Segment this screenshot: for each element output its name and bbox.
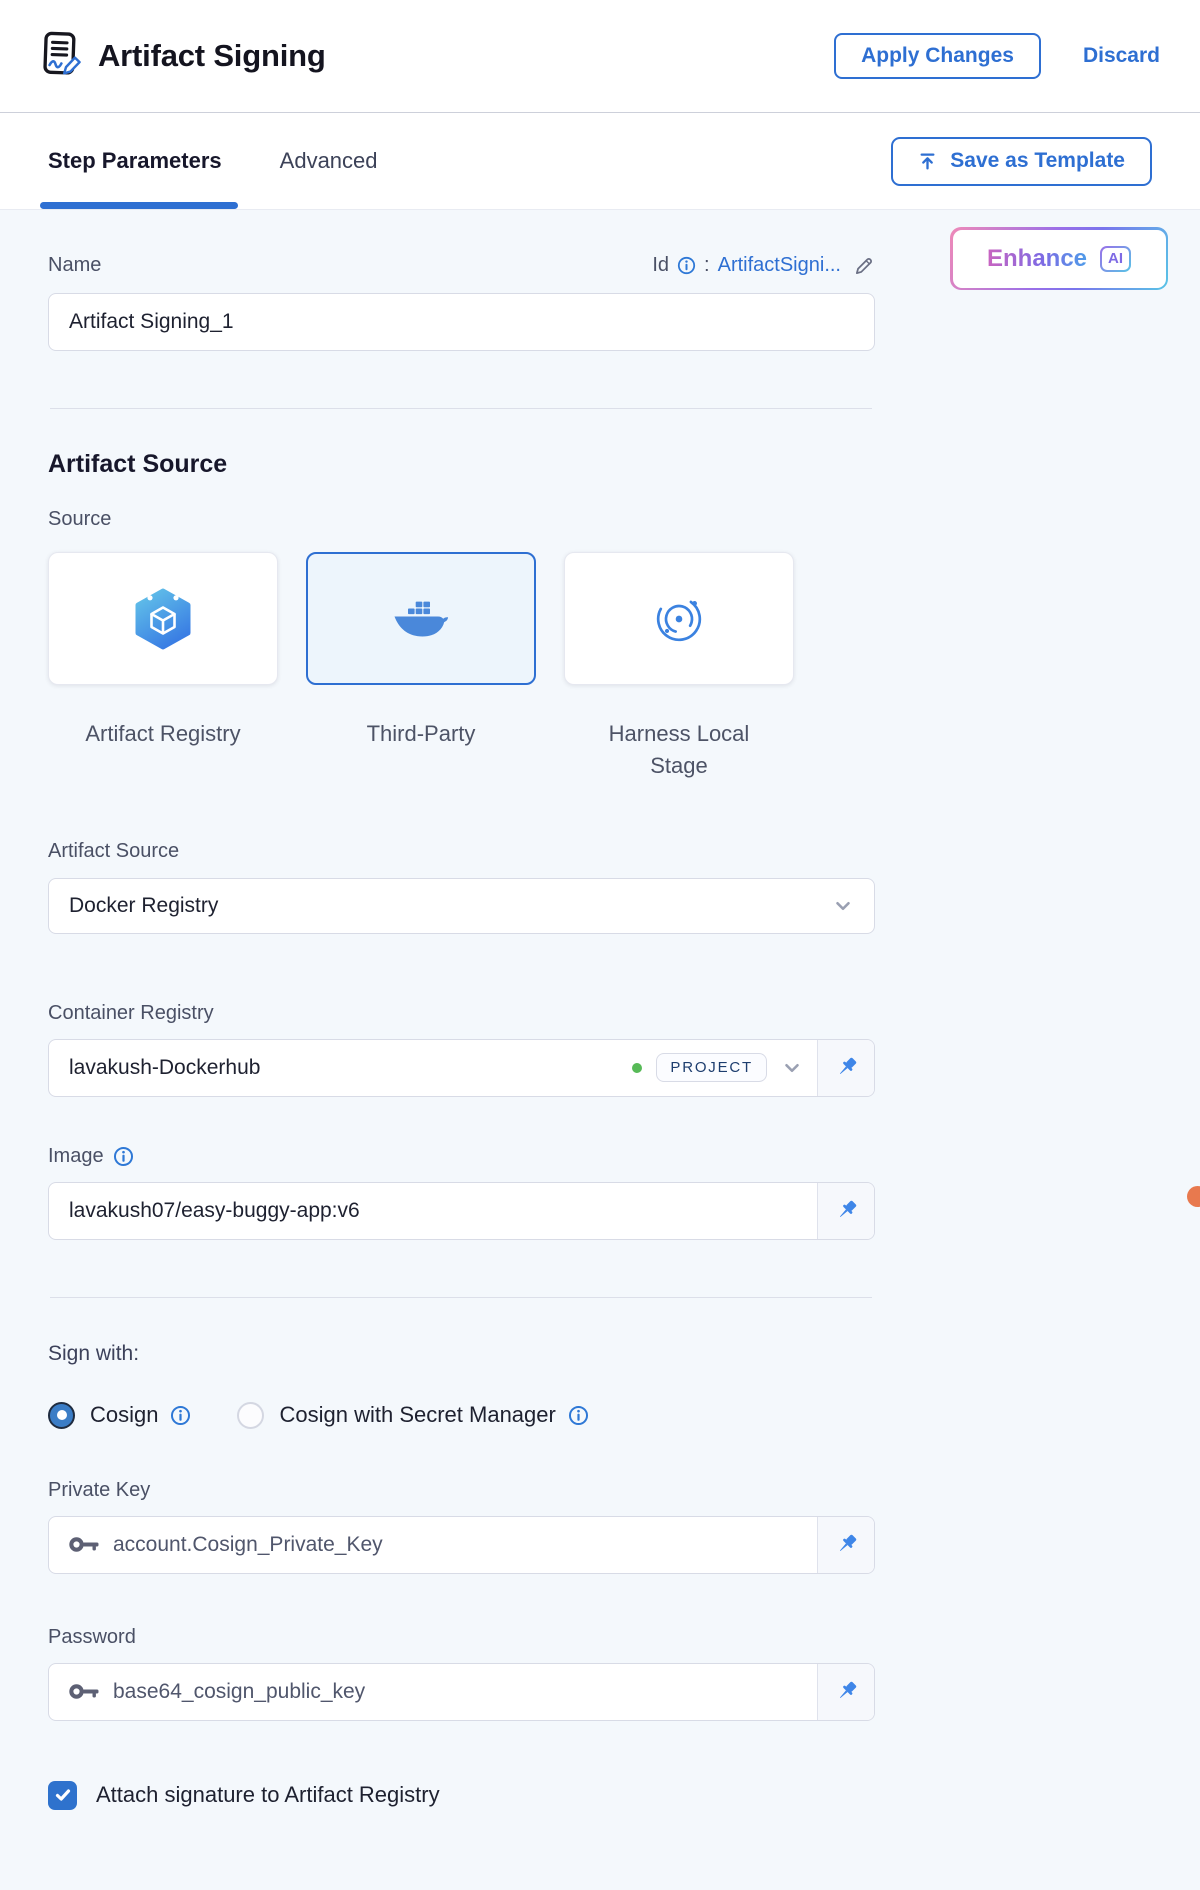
save-template-icon: [918, 152, 937, 171]
info-icon[interactable]: [113, 1146, 134, 1167]
step-parameters-content: Enhance AI Name Id : ArtifactSigni...: [0, 210, 1200, 1810]
step-config-panel: Artifact Signing Apply Changes Discard S…: [0, 0, 1200, 1890]
artifact-registry-icon: [131, 587, 195, 651]
source-card-label: Harness Local Stage: [589, 718, 769, 782]
source-card-group: Artifact Registry: [48, 552, 875, 782]
source-label: Source: [48, 508, 875, 531]
container-registry-adornments: PROJECT: [632, 1053, 803, 1082]
source-card-third-party-button[interactable]: [306, 552, 536, 685]
radio-unselected[interactable]: [237, 1402, 264, 1429]
sign-with-label: Sign with:: [48, 1342, 875, 1366]
private-key-secret-input[interactable]: account.Cosign_Private_Key: [49, 1517, 817, 1573]
key-icon: [69, 1536, 99, 1553]
password-value: base64_cosign_public_key: [113, 1680, 365, 1704]
radio-option-cosign-secret-manager[interactable]: Cosign with Secret Manager: [237, 1402, 588, 1429]
container-registry-label: Container Registry: [48, 1002, 875, 1025]
image-label: Image: [48, 1145, 104, 1168]
sign-with-radio-group: Cosign Cosign with Secret Manager: [48, 1402, 875, 1429]
tab-advanced[interactable]: Advanced: [280, 113, 378, 209]
form-column: Name Id : ArtifactSigni... Artifact Sour…: [48, 254, 875, 1810]
source-card-label: Artifact Registry: [85, 718, 240, 750]
connector-status-dot: [632, 1063, 642, 1073]
name-label-row: Name Id : ArtifactSigni...: [48, 254, 875, 277]
attach-signature-label[interactable]: Attach signature to Artifact Registry: [96, 1782, 440, 1808]
edit-id-icon[interactable]: [853, 255, 875, 277]
pin-input-type-button[interactable]: [817, 1517, 874, 1573]
image-label-row: Image: [48, 1145, 875, 1168]
enhance-ai-button-inner[interactable]: Enhance AI: [953, 230, 1166, 288]
attach-signature-row: Attach signature to Artifact Registry: [48, 1781, 875, 1810]
section-divider: [50, 1297, 872, 1298]
tab-step-parameters[interactable]: Step Parameters: [48, 113, 222, 209]
private-key-field: account.Cosign_Private_Key: [48, 1516, 875, 1574]
docker-icon: [393, 598, 449, 640]
notification-dot: [1187, 1186, 1200, 1207]
password-label: Password: [48, 1626, 875, 1649]
name-label: Name: [48, 254, 101, 277]
private-key-value: account.Cosign_Private_Key: [113, 1533, 383, 1557]
tab-advanced-label: Advanced: [280, 148, 378, 174]
header-actions: Apply Changes Discard: [834, 33, 1160, 79]
name-input[interactable]: [48, 293, 875, 351]
chevron-down-icon[interactable]: [781, 1057, 803, 1079]
step-id-link[interactable]: ArtifactSigni...: [718, 254, 841, 277]
source-card-third-party: Third-Party: [306, 552, 536, 782]
panel-header: Artifact Signing Apply Changes Discard: [0, 0, 1200, 113]
scope-badge: PROJECT: [656, 1053, 767, 1082]
ai-badge: AI: [1100, 246, 1131, 272]
radio-label: Cosign: [90, 1402, 158, 1428]
artifact-source-heading: Artifact Source: [48, 450, 875, 479]
private-key-label: Private Key: [48, 1479, 875, 1502]
container-registry-value: lavakush-Dockerhub: [69, 1056, 260, 1080]
pin-input-type-button[interactable]: [817, 1040, 874, 1096]
attach-signature-checkbox[interactable]: [48, 1781, 77, 1810]
info-icon[interactable]: [170, 1405, 191, 1426]
enhance-ai-button[interactable]: Enhance AI: [950, 227, 1168, 290]
save-as-template-button[interactable]: Save as Template: [891, 137, 1152, 186]
info-icon[interactable]: [677, 256, 696, 275]
tab-bar: Step Parameters Advanced Save as Templat…: [0, 113, 1200, 210]
container-registry-field: lavakush-Dockerhub PROJECT: [48, 1039, 875, 1097]
radio-option-cosign[interactable]: Cosign: [48, 1402, 191, 1429]
artifact-signing-icon: [40, 29, 82, 83]
enhance-label: Enhance: [987, 245, 1087, 273]
tab-step-parameters-label: Step Parameters: [48, 148, 222, 174]
key-icon: [69, 1683, 99, 1700]
artifact-source-value: Docker Registry: [69, 894, 218, 918]
pin-input-type-button[interactable]: [817, 1183, 874, 1239]
image-input[interactable]: lavakush07/easy-buggy-app:v6: [49, 1183, 817, 1239]
id-label: Id: [652, 254, 669, 277]
image-field: lavakush07/easy-buggy-app:v6: [48, 1182, 875, 1240]
radio-selected[interactable]: [48, 1402, 75, 1429]
source-card-label: Third-Party: [367, 718, 476, 750]
step-id-row: Id : ArtifactSigni...: [652, 254, 875, 277]
harness-local-stage-icon: [653, 593, 705, 645]
source-card-artifact-registry: Artifact Registry: [48, 552, 278, 782]
source-card-harness-local-stage: Harness Local Stage: [564, 552, 794, 782]
info-icon[interactable]: [568, 1405, 589, 1426]
id-separator: :: [704, 254, 710, 277]
pin-input-type-button[interactable]: [817, 1664, 874, 1720]
artifact-source-select[interactable]: Docker Registry: [48, 878, 875, 934]
page-title: Artifact Signing: [98, 38, 326, 74]
save-as-template-label: Save as Template: [950, 149, 1125, 173]
container-registry-select[interactable]: lavakush-Dockerhub PROJECT: [49, 1040, 817, 1096]
source-card-harness-local-stage-button[interactable]: [564, 552, 794, 685]
discard-button[interactable]: Discard: [1083, 44, 1160, 68]
source-card-artifact-registry-button[interactable]: [48, 552, 278, 685]
radio-label: Cosign with Secret Manager: [279, 1402, 555, 1428]
artifact-source-label: Artifact Source: [48, 840, 875, 863]
section-divider: [50, 408, 872, 409]
apply-changes-button[interactable]: Apply Changes: [834, 33, 1041, 79]
image-value: lavakush07/easy-buggy-app:v6: [69, 1199, 360, 1223]
password-secret-input[interactable]: base64_cosign_public_key: [49, 1664, 817, 1720]
chevron-down-icon: [832, 895, 854, 917]
password-field: base64_cosign_public_key: [48, 1663, 875, 1721]
